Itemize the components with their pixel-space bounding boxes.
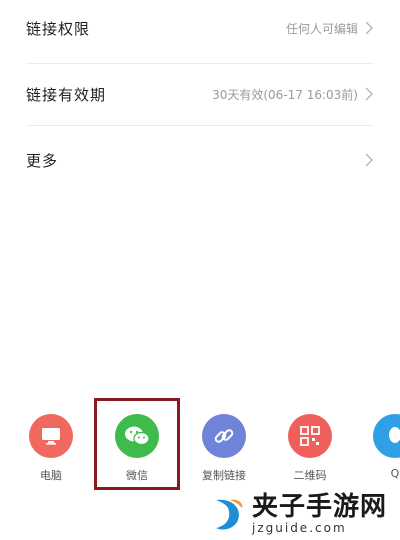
link-validity-row[interactable]: 链接有效期 30天有效(06-17 16:03前): [0, 62, 400, 126]
qr-code-label: 二维码: [293, 469, 327, 482]
watermark-logo-icon: [216, 499, 243, 530]
qr-code-icon: [288, 414, 332, 458]
link-validity-label: 链接有效期: [26, 85, 107, 104]
more-row[interactable]: 更多: [0, 128, 400, 192]
qq-icon: [373, 414, 400, 458]
link-permission-label: 链接权限: [26, 19, 91, 38]
chevron-right-icon: [365, 153, 373, 167]
link-permission-row[interactable]: 链接权限 任何人可编辑: [0, 0, 400, 60]
chevron-right-icon: [365, 87, 373, 101]
link-validity-value: 30天有效(06-17 16:03前): [212, 87, 358, 102]
watermark: 夹子手游网 jzguide.com: [208, 488, 400, 540]
qr-code-button[interactable]: 二维码: [275, 400, 345, 483]
divider: [26, 125, 374, 126]
share-computer-label: 电脑: [40, 469, 62, 482]
highlight-box: [94, 398, 180, 490]
more-label: 更多: [26, 151, 59, 170]
share-computer-button[interactable]: 电脑: [16, 400, 86, 483]
watermark-title: 夹子手游网: [252, 492, 388, 522]
chevron-right-icon: [365, 21, 373, 35]
share-qq-button[interactable]: Q: [360, 400, 400, 480]
monitor-icon: [29, 414, 73, 458]
copy-link-button[interactable]: 复制链接: [189, 400, 259, 483]
watermark-url: jzguide.com: [252, 521, 347, 535]
link-permission-value: 任何人可编辑: [285, 21, 358, 36]
copy-link-label: 复制链接: [202, 469, 246, 482]
link-icon: [202, 414, 246, 458]
share-qq-label: Q: [390, 467, 400, 480]
